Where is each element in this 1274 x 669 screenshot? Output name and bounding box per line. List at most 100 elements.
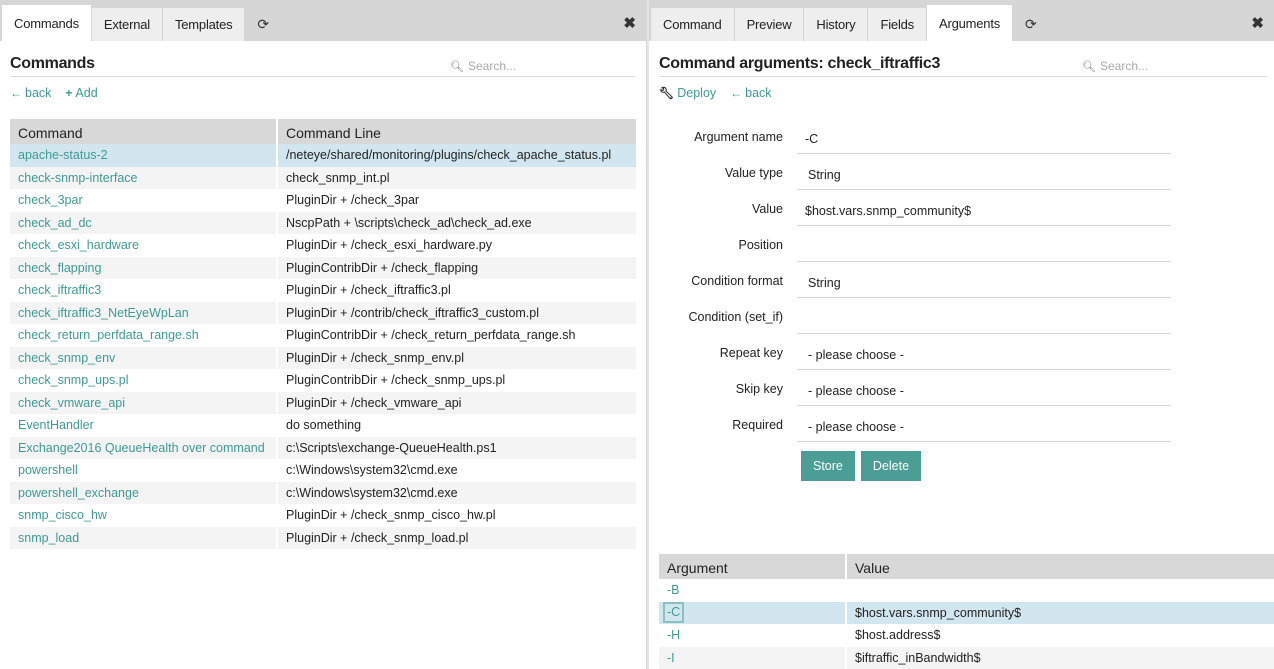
command-line: PluginDir + /check_snmp_load.pl [277,526,636,549]
command-name[interactable]: snmp_cisco_hw [10,504,278,527]
table-row[interactable]: check_return_perfdata_range.sh PluginCont… [10,324,636,347]
table-row[interactable]: -B [659,579,1274,602]
command-name[interactable]: check_ad_dc [10,211,278,234]
table-row[interactable]: check_vmware_api PluginDir + /check_vmwar… [10,391,636,414]
tab-arguments[interactable]: Arguments [926,5,1014,41]
column-header-value[interactable]: Value [846,554,1274,579]
command-name[interactable]: check_iftraffic3_NetEyeWpLan [10,301,278,324]
table-row[interactable]: check_3par PluginDir + /check_3par [10,189,636,212]
command-name[interactable]: check-snmp-interface [10,166,278,189]
table-row[interactable]: -C $host.vars.snmp_community$ [659,601,1274,624]
command-name[interactable]: powershell [10,459,278,482]
command-name[interactable]: check_esxi_hardware [10,234,278,257]
table-row[interactable]: Exchange2016 QueueHealth over command c:\… [10,436,636,459]
command-name[interactable]: Exchange2016 QueueHealth over command [10,436,278,459]
command-line: PluginDir + /check_snmp_cisco_hw.pl [286,508,496,523]
table-row[interactable]: check-snmp-interface check_snmp_int.pl [10,166,636,189]
command-name[interactable]: check_iftraffic3 [10,279,278,302]
command-line: c:\Scripts\exchange-QueueHealth.ps1 [277,436,636,459]
command-line: PluginDir + /contrib/check_iftraffic3_cu… [277,301,636,324]
table-row[interactable]: snmp_cisco_hw PluginDir + /check_snmp_cis… [10,504,636,527]
tab-preview[interactable]: Preview [734,8,805,41]
table-row[interactable]: powershell c:\Windows\system32\cmd.exe [10,459,636,482]
table-row[interactable]: snmp_load PluginDir + /check_snmp_load.pl [10,526,636,549]
table-row[interactable]: -H $host.address$ [659,624,1274,647]
commands-table: Command Command Line apache-status-2/net… [10,119,636,549]
tab-templates[interactable]: Templates [162,8,246,41]
tab-command[interactable]: Command [651,8,735,41]
argument-name[interactable]: -B [667,583,680,597]
argument-cell[interactable]: -I [659,646,847,669]
repeat-key-select[interactable]: - please choose - [797,341,1171,370]
back-link[interactable]: ← back [730,86,771,100]
tab-history[interactable]: History [804,8,869,41]
argument-value [846,579,1274,602]
table-row[interactable]: check_iftraffic3 PluginDir + /check_iftra… [10,279,636,302]
refresh-icon[interactable]: ⟳ [1013,8,1049,41]
argument-name[interactable]: -C [663,602,685,624]
form-row-value-type: Value type String [659,155,1268,191]
tab-fields[interactable]: Fields [868,8,927,41]
tab-external[interactable]: External [91,8,163,41]
column-header-command-line[interactable]: Command Line [277,119,636,144]
deploy-link[interactable]: 🔧︎ Deploy [659,86,716,100]
close-icon[interactable]: ✖ [623,14,636,32]
command-name[interactable]: check_snmp_ups.pl [10,369,278,392]
search-input[interactable] [1099,59,1250,73]
form-row-required: Required - please choose - [659,407,1268,443]
form-row-repeat-key: Repeat key - please choose - [659,335,1268,371]
table-row[interactable]: check_flapping PluginContribDir + /check_… [10,256,636,279]
value-input[interactable]: $host.vars.snmp_community$ [797,197,1171,226]
position-input[interactable] [797,233,1171,262]
form-row-skip-key: Skip key - please choose - [659,371,1268,407]
tab-commands[interactable]: Commands [2,5,92,41]
table-row[interactable]: apache-status-2/neteye/shared/monitoring… [10,144,636,167]
command-name[interactable]: check_snmp_env [10,346,278,369]
store-button[interactable]: Store [801,451,855,481]
command-name[interactable]: powershell_exchange [10,481,278,504]
search-input[interactable] [467,59,618,73]
argument-name-input[interactable]: -C [797,125,1171,154]
argument-name[interactable]: -H [667,628,680,642]
value-type-select[interactable]: String [797,161,1171,190]
table-row[interactable]: EventHandler do something [10,414,636,437]
back-link[interactable]: ← back [10,86,51,100]
delete-button[interactable]: Delete [860,451,922,481]
table-row[interactable]: powershell_exchange c:\Windows\system32\c… [10,481,636,504]
column-header-command[interactable]: Command [10,119,278,144]
search-box: 🔍︎ [450,59,636,73]
table-row[interactable]: check_iftraffic3_NetEyeWpLan PluginDir + … [10,301,636,324]
table-row[interactable]: -I $iftraffic_inBandwidth$ [659,646,1274,669]
required-select[interactable]: - please choose - [797,413,1171,442]
table-row[interactable]: check_ad_dc NscpPath + \scripts\check_ad\… [10,211,636,234]
command-line: PluginDir + /check_esxi_hardware.py [286,238,493,253]
command-name[interactable]: snmp_load [10,526,278,549]
commands-pane: Commands External Templates ⟳ ✖ Commands… [0,0,647,669]
argument-name[interactable]: -I [667,651,675,665]
command-line: /neteye/shared/monitoring/plugins/check_… [277,144,636,167]
deploy-label: Deploy [677,86,717,100]
command-name[interactable]: check_3par [10,189,278,212]
close-icon[interactable]: ✖ [1251,14,1264,32]
left-header: Commands 🔍︎ [10,41,636,77]
skip-key-select[interactable]: - please choose - [797,377,1171,406]
command-name[interactable]: check_return_perfdata_range.sh [10,324,278,347]
add-link[interactable]: + Add [65,86,97,100]
argument-cell[interactable]: -H [659,624,847,647]
table-row[interactable]: check_esxi_hardware PluginDir + /check_es… [10,234,636,257]
table-row[interactable]: check_snmp_ups.pl PluginContribDir + /che… [10,369,636,392]
condition-set-if-input[interactable] [797,305,1171,334]
command-name[interactable]: check_vmware_api [10,391,278,414]
condition-format-select[interactable]: String [797,269,1171,298]
argument-cell[interactable]: -B [659,579,847,602]
command-line: PluginContribDir + /check_flapping [277,256,636,279]
table-row[interactable]: check_snmp_env PluginDir + /check_snmp_en… [10,346,636,369]
command-name[interactable]: apache-status-2 [10,144,278,167]
refresh-icon[interactable]: ⟳ [245,8,281,41]
argument-value: $host.vars.snmp_community$ [846,601,1274,624]
right-tabbar: Command Preview History Fields Arguments… [649,0,1274,41]
argument-cell[interactable]: -C [659,601,847,624]
command-name[interactable]: check_flapping [10,256,278,279]
command-name[interactable]: EventHandler [10,414,278,437]
column-header-argument[interactable]: Argument [659,554,847,579]
